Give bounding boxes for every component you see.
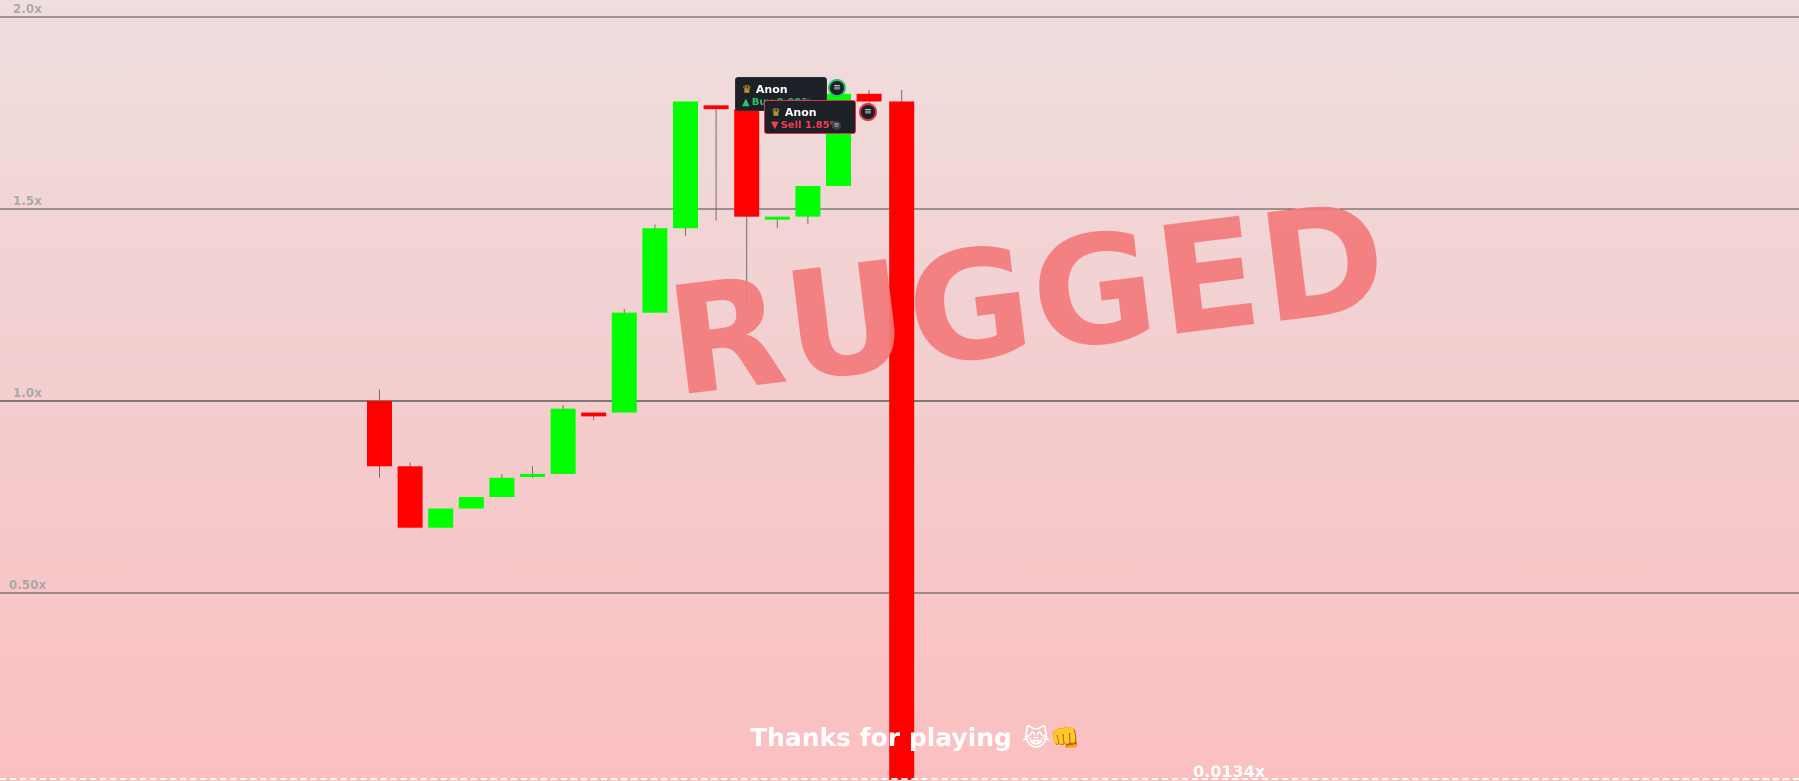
candle-body-down [581, 412, 607, 417]
buy-arrow-icon: ▲ [742, 97, 750, 108]
candle [397, 462, 423, 528]
sell-marker-icon[interactable]: ≡ [859, 103, 877, 121]
y-axis-tick-label: 1.0x [13, 386, 42, 400]
candle [734, 105, 760, 305]
candle-layer [367, 86, 915, 780]
candle-body-up [673, 101, 698, 229]
candle-body-up [550, 408, 576, 474]
candle-body-up [458, 497, 484, 509]
y-axis-tick-label: 1.5x [13, 194, 42, 208]
candle [764, 216, 790, 229]
candle-body-up [489, 477, 515, 497]
y-axis-tick-label: 2.0x [13, 2, 42, 16]
candle [889, 89, 915, 780]
candle [611, 308, 637, 413]
trade-username: Anon [784, 106, 817, 119]
game-chart-area: 2.0x1.5x1.0x0.50x RUGGED ♛ Anon ▲ Buy 0.… [0, 0, 1799, 781]
footer-message-row: Thanks for playing 😹👊 [750, 723, 1080, 752]
candle [367, 389, 392, 478]
candle [458, 497, 484, 509]
candlestick-chart: 2.0x 1.5x 1.0x 0.50x [0, 2, 1799, 780]
candle-body-up [611, 312, 637, 413]
candle-body-up [795, 185, 821, 217]
trade-username: Anon [755, 83, 788, 96]
current-price-line [0, 778, 1799, 780]
trade-action: Sell 1.85% [780, 120, 840, 131]
candle-body-up [764, 216, 790, 220]
candle [489, 473, 515, 497]
candle [550, 404, 576, 474]
candle [795, 185, 821, 225]
candle [642, 224, 668, 313]
cat-laugh-fist-emoji-icon: 😹👊 [1021, 724, 1080, 752]
y-axis-tick-label: 0.50x [9, 578, 47, 592]
trade-user-row: ♛ Anon [771, 106, 817, 119]
candle-body-up [642, 228, 668, 313]
candle-body-down [734, 109, 760, 217]
trade-card-sell[interactable]: ♛ Anon ▼ Sell 1.85% ≡ [764, 100, 856, 134]
candle-body-down [367, 401, 392, 467]
crown-icon: ♛ [742, 83, 752, 96]
candle [428, 508, 454, 528]
candle [581, 412, 607, 421]
sell-arrow-icon: ▼ [771, 120, 779, 131]
candle [703, 105, 729, 221]
candle-body-down [889, 101, 915, 780]
token-icon: ≡ [832, 121, 841, 130]
candle [520, 466, 545, 478]
footer-message: Thanks for playing [750, 723, 1012, 752]
candle-body-up [520, 473, 545, 477]
candle-body-down [856, 93, 882, 102]
candle [673, 101, 698, 236]
candle-body-up [428, 508, 454, 528]
crown-icon: ♛ [771, 106, 781, 119]
trade-user-row: ♛ Anon [742, 83, 788, 96]
candle-body-down [703, 105, 729, 110]
candle-body-down [397, 466, 423, 528]
trade-action-row: ▼ Sell 1.85% [771, 120, 840, 131]
buy-marker-icon[interactable]: ≡ [828, 79, 846, 97]
